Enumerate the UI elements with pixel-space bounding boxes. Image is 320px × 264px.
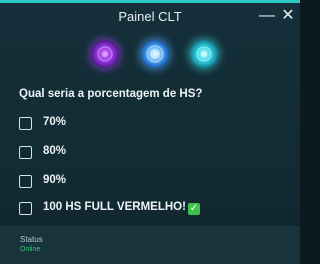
window-title: Painel CLT (118, 9, 182, 24)
cyan-emblem-icon[interactable] (190, 40, 218, 68)
option-90[interactable]: 90% (19, 172, 279, 192)
option-label-wrap: 100 HS FULL VERMELHO! ✓ (43, 201, 200, 215)
close-button[interactable]: ✕ (279, 7, 297, 25)
option-checkbox[interactable] (19, 175, 32, 188)
option-label: 100 HS FULL VERMELHO! (43, 201, 186, 213)
option-100-hs-full[interactable]: 100 HS FULL VERMELHO! ✓ (19, 199, 279, 219)
purple-emblem-icon[interactable] (91, 40, 119, 68)
option-80[interactable]: 80% (19, 143, 279, 163)
clt-panel-window: Painel CLT — ✕ Qual seria a porcentagem … (0, 0, 300, 264)
blue-emblem-icon[interactable] (141, 40, 169, 68)
status-bar: Status Online (0, 226, 300, 264)
close-icon: ✕ (281, 7, 295, 24)
question-text: Qual seria a porcentagem de HS? (19, 88, 203, 100)
option-checkbox[interactable] (19, 202, 32, 215)
option-label: 80% (43, 145, 67, 157)
option-70[interactable]: 70% (19, 114, 279, 134)
check-mark-icon: ✓ (187, 203, 200, 215)
title-bar[interactable]: Painel CLT — ✕ (0, 3, 300, 31)
emblem-row (0, 40, 300, 72)
minimize-button[interactable]: — (258, 7, 276, 25)
option-label: 70% (43, 116, 67, 128)
status-value: Online (20, 246, 41, 253)
option-checkbox[interactable] (19, 146, 32, 159)
option-label: 90% (43, 174, 67, 186)
status-label: Status (20, 235, 43, 244)
minimize-icon: — (259, 7, 275, 24)
option-checkbox[interactable] (19, 117, 32, 130)
